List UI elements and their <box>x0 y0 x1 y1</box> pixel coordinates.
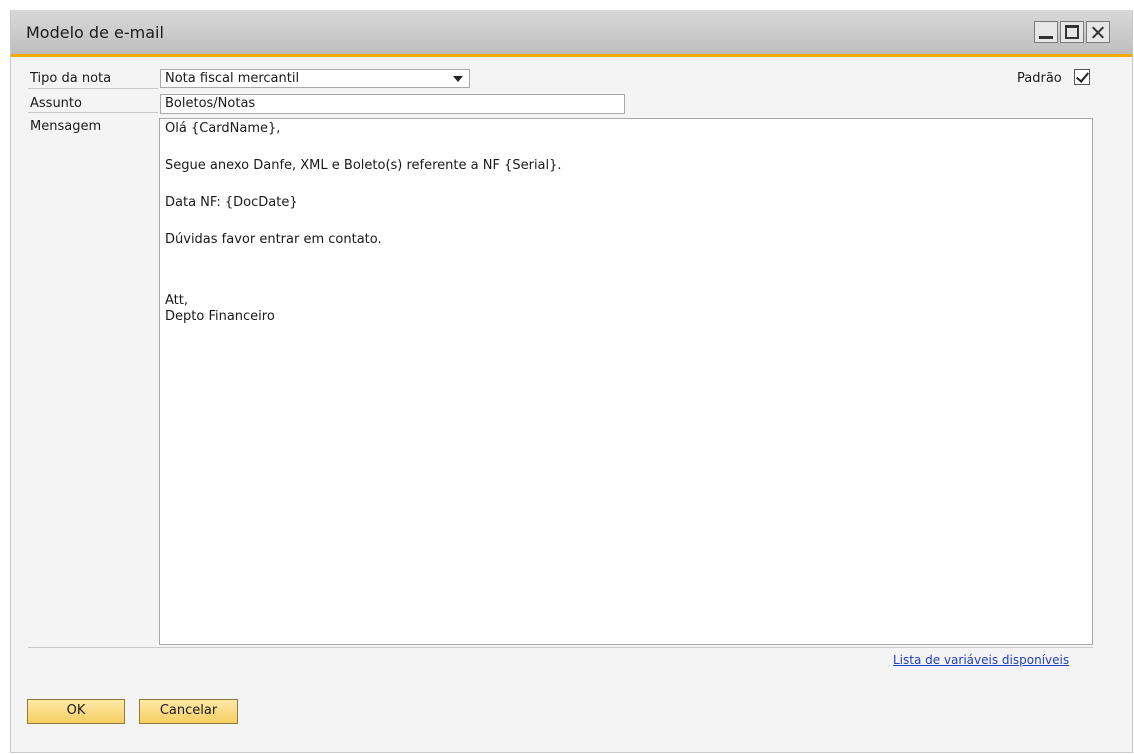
window-title: Modelo de e-mail <box>26 23 164 42</box>
message-line: Olá {CardName}, <box>165 121 281 136</box>
title-bar[interactable]: Modelo de e-mail <box>11 10 1132 57</box>
tipo-da-nota-select[interactable]: Nota fiscal mercantil <box>160 69 470 88</box>
available-variables-link[interactable]: Lista de variáveis disponíveis <box>893 653 1069 667</box>
padrao-checkbox[interactable] <box>1074 69 1090 85</box>
assunto-label: Assunto <box>30 96 82 111</box>
maximize-icon[interactable] <box>1060 21 1084 43</box>
dropdown-arrow-icon[interactable] <box>453 76 463 82</box>
assunto-input[interactable]: Boletos/Notas <box>160 94 625 114</box>
tipo-da-nota-label: Tipo da nota <box>30 71 112 86</box>
message-line: Att, <box>165 293 188 308</box>
minimize-icon[interactable] <box>1034 21 1058 43</box>
mensagem-textarea[interactable]: Olá {CardName}, Segue anexo Danfe, XML e… <box>159 118 1093 645</box>
tipo-da-nota-value: Nota fiscal mercantil <box>165 71 300 86</box>
message-line: Depto Financeiro <box>165 309 275 324</box>
padrao-label: Padrão <box>1017 71 1062 86</box>
message-line: Data NF: {DocDate} <box>165 195 298 210</box>
ok-button[interactable]: OK <box>27 699 125 724</box>
close-icon[interactable] <box>1086 21 1110 43</box>
cancel-button[interactable]: Cancelar <box>139 699 238 724</box>
label-divider <box>28 88 158 89</box>
label-divider <box>28 112 158 113</box>
footer-divider <box>28 647 1093 648</box>
mensagem-label: Mensagem <box>30 119 102 134</box>
message-line: Segue anexo Danfe, XML e Boleto(s) refer… <box>165 158 562 173</box>
message-line: Dúvidas favor entrar em contato. <box>165 232 382 247</box>
